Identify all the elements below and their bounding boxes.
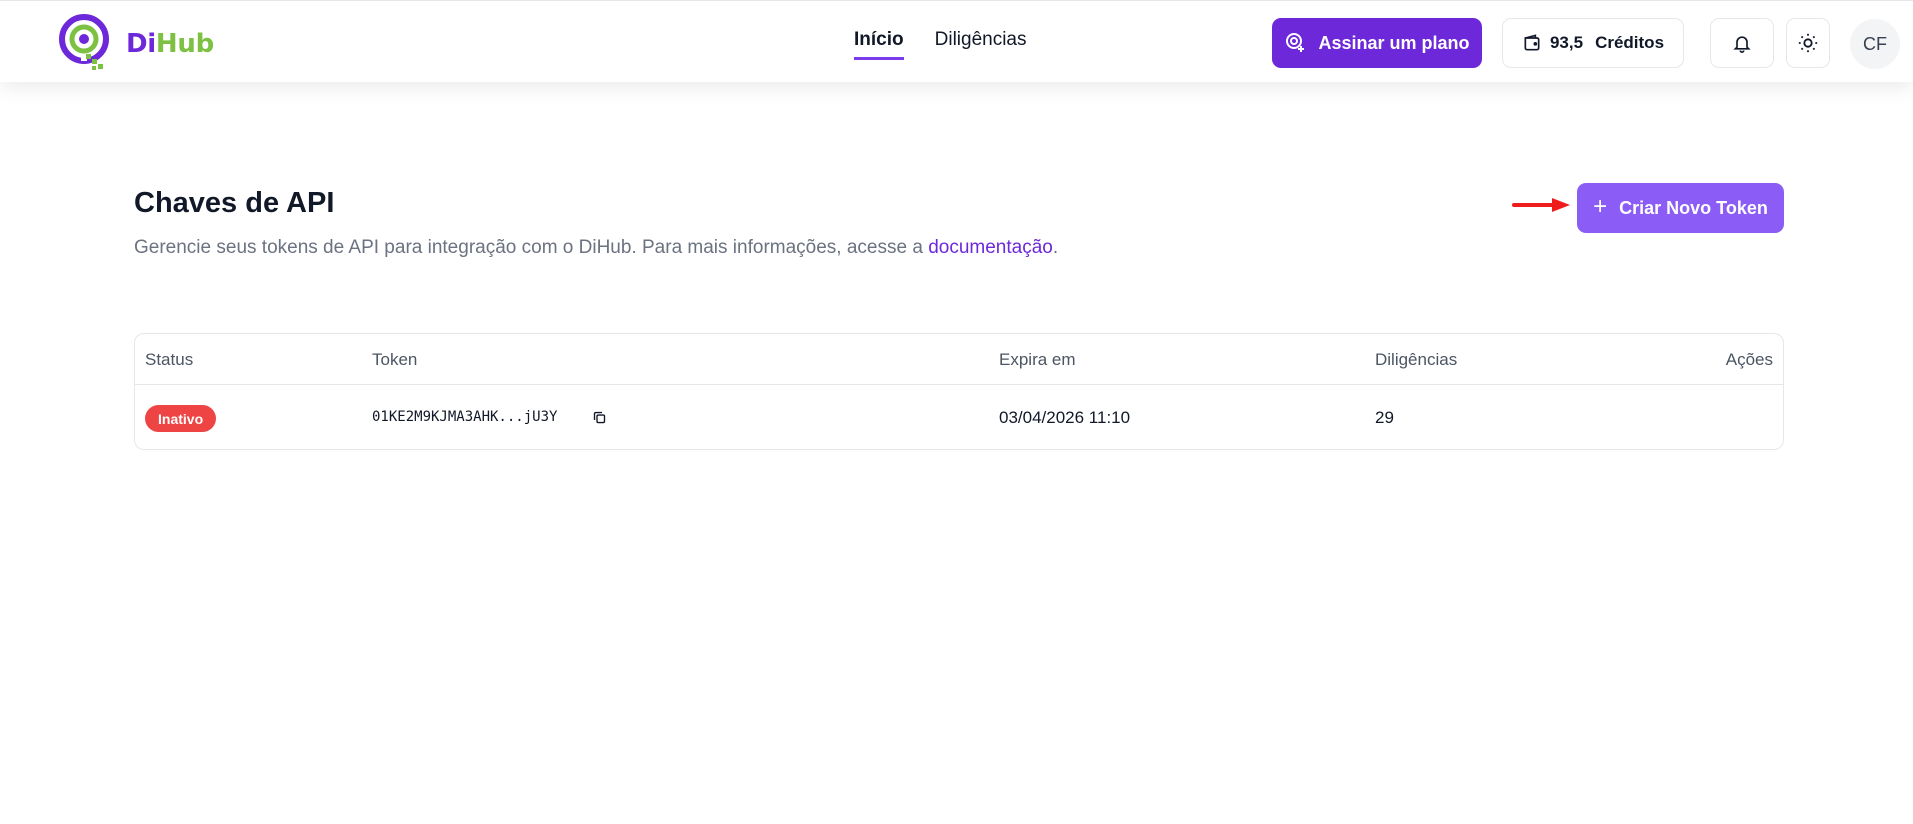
page-title: Chaves de API: [134, 187, 335, 219]
credits-value: 93,5: [1549, 33, 1584, 52]
copy-token-button[interactable]: [589, 407, 609, 427]
column-header-actions: Ações: [1725, 350, 1773, 369]
wallet-icon: [1524, 34, 1540, 51]
create-new-token-button[interactable]: + Criar Novo Token: [1577, 183, 1784, 233]
column-header-token: Token: [372, 350, 418, 369]
subscribe-plan-button[interactable]: Assinar um plano: [1272, 18, 1482, 68]
documentation-link[interactable]: documentação: [928, 237, 1053, 258]
dihub-logo-icon: [59, 14, 109, 70]
copy-icon: [593, 411, 605, 423]
dihub-logo[interactable]: DiHub: [58, 13, 214, 73]
api-keys-table: Status Token Expira em Diligências Ações…: [134, 333, 1784, 450]
column-header-expires: Expira em: [999, 350, 1076, 369]
red-arrow-annotation-icon: [1512, 198, 1570, 212]
logo-text: DiHub: [126, 29, 214, 59]
token-value: 01KE2M9KJMA3AHK...jU3Y: [372, 409, 558, 425]
notifications-button[interactable]: [1710, 18, 1774, 68]
page-description: Gerencie seus tokens de API para integra…: [134, 237, 1058, 259]
main-nav: Início Diligências: [854, 29, 1027, 60]
nav-item-inicio[interactable]: Início: [854, 29, 904, 60]
credits-button[interactable]: 93,5 Créditos: [1502, 18, 1684, 68]
column-header-diligences: Diligências: [1375, 350, 1458, 369]
nav-item-diligencias[interactable]: Diligências: [935, 29, 1027, 60]
user-avatar[interactable]: CF: [1850, 19, 1900, 69]
diligences-value: 29: [1375, 408, 1394, 427]
table-header: Status Token Expira em Diligências Ações: [135, 334, 1783, 385]
target-plus-icon: [1286, 33, 1305, 52]
status-badge: Inativo: [145, 405, 217, 432]
description-suffix: .: [1052, 237, 1059, 258]
bell-icon: [1733, 36, 1751, 53]
table-row: Inativo 01KE2M9KJMA3AHK...jU3Y 03/04/202…: [135, 385, 1783, 449]
top-navigation-bar: DiHub Início Diligências Assinar um plan…: [0, 0, 1913, 82]
create-new-token-label: Criar Novo Token: [1619, 197, 1768, 218]
sun-icon: [1798, 33, 1818, 53]
plus-icon: +: [1593, 192, 1608, 220]
credits-label: Créditos: [1595, 33, 1665, 52]
column-header-status: Status: [145, 350, 194, 369]
expires-value: 03/04/2026 11:10: [999, 408, 1131, 427]
theme-toggle-button[interactable]: [1786, 18, 1830, 68]
subscribe-plan-label: Assinar um plano: [1318, 32, 1470, 53]
description-text: Gerencie seus tokens de API para integra…: [134, 237, 929, 258]
